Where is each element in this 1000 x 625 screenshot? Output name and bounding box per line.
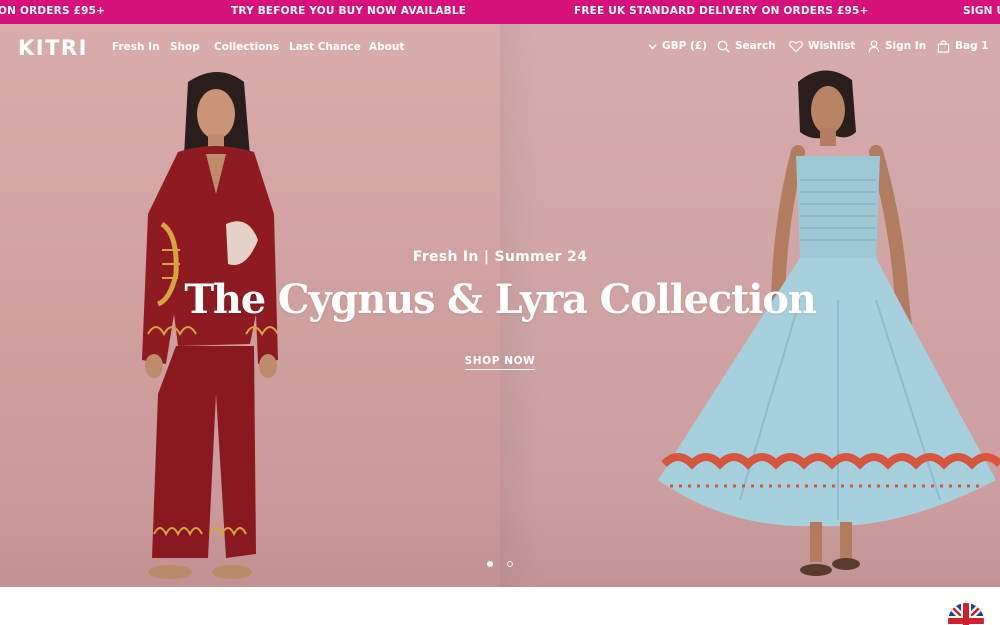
currency-selector[interactable]: GBP (£) xyxy=(648,38,707,54)
user-icon xyxy=(868,39,880,52)
site-logo[interactable]: KITRI xyxy=(18,36,88,60)
carousel-dot[interactable] xyxy=(507,561,513,567)
wishlist-label: Wishlist xyxy=(808,40,856,52)
announcement-bar: ON ORDERS £95+ TRY BEFORE YOU BUY NOW AV… xyxy=(0,0,1000,24)
search-label: Search xyxy=(735,40,776,52)
announcement-message: TRY BEFORE YOU BUY NOW AVAILABLE xyxy=(231,5,467,17)
hero-headline: The Cygnus & Lyra Collection xyxy=(184,276,817,323)
chevron-down-icon xyxy=(648,43,657,49)
nav-collections[interactable]: Collections xyxy=(214,41,279,53)
bag-icon xyxy=(937,39,950,53)
announcement-message: FREE UK STANDARD DELIVERY ON ORDERS £95+ xyxy=(574,5,869,17)
signin-label: Sign In xyxy=(885,40,927,52)
nav-fresh-in[interactable]: Fresh In xyxy=(112,41,160,53)
hero-carousel[interactable]: Fresh In | Summer 24 The Cygnus & Lyra C… xyxy=(0,24,1000,587)
carousel-dot-active[interactable] xyxy=(487,561,493,567)
carousel-pagination xyxy=(487,561,513,567)
hero-eyebrow: Fresh In | Summer 24 xyxy=(412,249,588,265)
announcement-message: ON ORDERS £95+ xyxy=(0,5,106,17)
announcement-message: SIGN U xyxy=(963,5,1000,17)
bag-label: Bag 1 xyxy=(955,40,989,52)
nav-shop[interactable]: Shop xyxy=(170,41,200,53)
search-icon xyxy=(717,40,730,53)
wishlist-button[interactable]: Wishlist xyxy=(789,38,855,54)
page-content-start xyxy=(0,587,1000,625)
hero-cta[interactable]: SHOP NOW xyxy=(0,349,1000,370)
currency-label: GBP (£) xyxy=(662,40,707,52)
bag-button[interactable]: Bag 1 xyxy=(937,38,989,54)
nav-last-chance[interactable]: Last Chance xyxy=(289,41,361,53)
shop-now-link[interactable]: SHOP NOW xyxy=(464,355,536,370)
search-button[interactable]: Search xyxy=(717,38,776,54)
nav-about[interactable]: About xyxy=(369,41,404,53)
signin-button[interactable]: Sign In xyxy=(868,38,926,54)
heart-icon xyxy=(789,40,803,53)
model-left-image xyxy=(142,72,279,579)
